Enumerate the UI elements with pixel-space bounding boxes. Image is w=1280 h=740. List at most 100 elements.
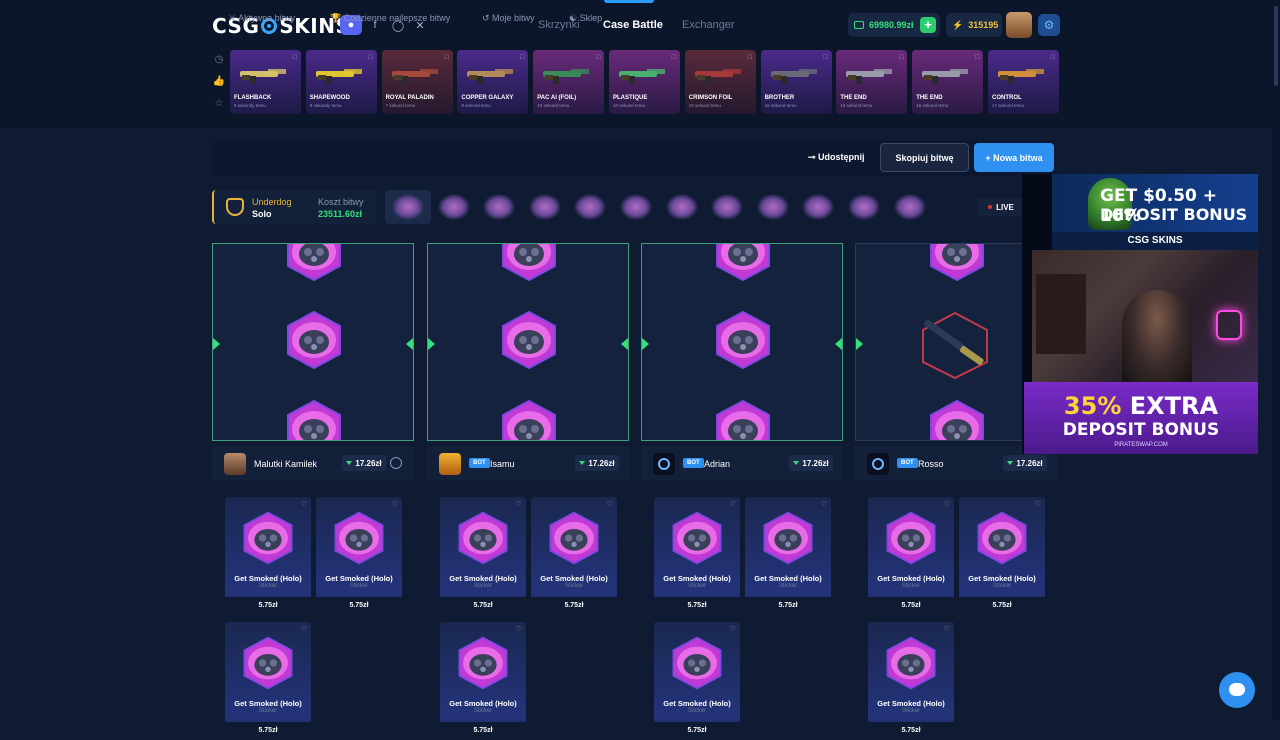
drop-card[interactable]: □ CONTROL 17 sekund temu: [988, 50, 1059, 114]
battle-case-icon[interactable]: [620, 194, 652, 220]
favorite-icon[interactable]: ♡: [944, 500, 950, 508]
drop-item-name: THE END: [916, 95, 943, 101]
won-item-card[interactable]: ♡ Get Smoked (Holo) Sticker 5.75zł: [225, 497, 311, 615]
won-item-card[interactable]: ♡ Get Smoked (Holo) Sticker 5.75zł: [959, 497, 1045, 615]
weapon-image: [314, 65, 366, 85]
won-item-card[interactable]: ♡ Get Smoked (Holo) Sticker 5.75zł: [531, 497, 617, 615]
won-item-card[interactable]: ♡ Get Smoked (Holo) Sticker 5.75zł: [868, 497, 954, 615]
won-item-card[interactable]: ♡ Get Smoked (Holo) Sticker 5.75zł: [440, 622, 526, 740]
won-item-card[interactable]: ♡ Get Smoked (Holo) Sticker 5.75zł: [868, 622, 954, 740]
drops-filter-icons: ◷ 👍 ☆: [212, 54, 226, 120]
drop-card[interactable]: □ THE END 16 sekund temu: [912, 50, 984, 114]
scrollbar-thumb[interactable]: [1274, 6, 1278, 86]
drop-card[interactable]: □ FLASHBACK 8 sekundy temu: [230, 50, 301, 114]
points-display[interactable]: ⚡ 315195: [946, 13, 1002, 37]
live-dot-icon: [988, 205, 993, 209]
battle-case-icon[interactable]: [528, 194, 561, 220]
item-name: Get Smoked (Holo): [540, 574, 608, 583]
battle-case-icon[interactable]: [893, 194, 926, 220]
favorite-icon[interactable]: ♡: [944, 625, 950, 633]
bot-avatar[interactable]: [867, 453, 889, 475]
battle-case-icon[interactable]: [711, 194, 744, 220]
favorite-icon[interactable]: ♡: [821, 500, 827, 508]
nav-case-battle[interactable]: Case Battle: [603, 19, 663, 31]
battle-case-icon[interactable]: [392, 194, 424, 220]
weapon-image: [238, 65, 290, 85]
won-item-card[interactable]: ♡ Get Smoked (Holo) Sticker 5.75zł: [225, 622, 311, 740]
battle-case-icon[interactable]: [756, 194, 789, 220]
ad-banner-bottom[interactable]: 35% EXTRA DEPOSIT BONUS PIRATESWAP.COM: [1024, 382, 1258, 454]
sticker-image: [545, 509, 603, 567]
drop-corner-icon: □: [368, 54, 373, 61]
won-item-card[interactable]: ♡ Get Smoked (Holo) Sticker 5.75zł: [654, 497, 740, 615]
player-name: Rosso: [918, 459, 944, 469]
ad-banner-top[interactable]: GET $0.50 + 10% DEPOSIT BONUS: [1052, 174, 1258, 232]
won-item-card[interactable]: ♡ Get Smoked (Holo) Sticker 5.75zł: [440, 497, 526, 615]
player-value-text: 17.26zł: [355, 458, 382, 468]
won-item-card[interactable]: ♡ Get Smoked (Holo) Sticker 5.75zł: [654, 622, 740, 740]
battle-case-icon[interactable]: [665, 194, 698, 220]
battle-case-icon[interactable]: [802, 194, 835, 220]
chat-support-button[interactable]: [1219, 672, 1255, 708]
bot-avatar[interactable]: [439, 453, 461, 475]
drop-card[interactable]: □ CRIMSON FOIL 10 sekund temu: [684, 50, 756, 114]
spinner-reel: [212, 243, 414, 441]
balance-display[interactable]: 69980.99zł +: [848, 13, 940, 37]
bot-avatar[interactable]: [653, 453, 675, 475]
item-type: Sticker: [564, 583, 584, 589]
favorite-icon[interactable]: ♡: [730, 500, 736, 508]
emoji-icon[interactable]: [390, 457, 402, 469]
battle-case-icon[interactable]: [574, 194, 607, 220]
gear-icon[interactable]: ⚙: [1038, 14, 1060, 36]
won-item-card[interactable]: ♡ Get Smoked (Holo) Sticker 5.75zł: [745, 497, 831, 615]
nav-exchanger[interactable]: Exchanger: [682, 19, 735, 31]
filter-my-battles[interactable]: ↺ Moje bitwy: [482, 13, 535, 24]
filter-active-battles[interactable]: ⚔ Aktywne bitwy: [228, 13, 295, 24]
share-button[interactable]: ⊸ Udostępnij: [808, 152, 865, 163]
clock-icon[interactable]: ◷: [212, 54, 226, 76]
filter-daily-best[interactable]: 🏆 Codzienne najlepsze bitwy: [330, 13, 450, 24]
battle-case-strip: [385, 190, 933, 224]
thumbs-up-icon[interactable]: 👍: [212, 76, 226, 98]
battle-case-icon[interactable]: [848, 194, 880, 220]
drop-card[interactable]: □ THE END 16 sekund temu: [836, 50, 908, 114]
item-type: Sticker: [349, 583, 369, 589]
player-total-value: 17.26zł: [575, 455, 619, 471]
filter-shop[interactable]: ☯ Sklep: [569, 13, 602, 24]
battle-case-icon[interactable]: [437, 194, 470, 220]
favorite-icon[interactable]: ♡: [607, 500, 613, 508]
favorite-icon[interactable]: ♡: [1035, 500, 1041, 508]
drop-card[interactable]: □ SHAPEWOOD 8 sekundy temu: [305, 50, 377, 114]
drop-item-name: CONTROL: [992, 95, 1022, 101]
cost-value: 23511.60zł: [318, 209, 363, 219]
sticker-image: [668, 634, 726, 692]
favorite-icon[interactable]: ♡: [730, 625, 736, 633]
drop-card[interactable]: □ ROYAL PALADIN 7 sekund temu: [381, 50, 453, 114]
player-avatar[interactable]: [224, 453, 246, 475]
user-avatar[interactable]: [1006, 12, 1032, 38]
favorite-icon[interactable]: ♡: [301, 500, 307, 508]
drop-card[interactable]: □ BROTHER 16 sekund temu: [760, 50, 832, 114]
battle-case-icon[interactable]: [483, 194, 516, 220]
favorite-icon[interactable]: ♡: [301, 625, 307, 633]
drop-card[interactable]: □ PAC AI (FOIL) 10 sekund temu: [533, 50, 605, 114]
add-funds-button[interactable]: +: [920, 17, 936, 33]
drop-time: 16 sekund temu: [840, 103, 873, 108]
favorite-icon[interactable]: ♡: [516, 500, 522, 508]
copy-battle-button[interactable]: Skopiuj bitwę: [880, 143, 969, 172]
page-scrollbar[interactable]: [1272, 0, 1280, 720]
live-badge: LIVE: [977, 198, 1025, 216]
new-battle-button[interactable]: + Nowa bitwa: [974, 143, 1054, 172]
drop-item-name: ROYAL PALADIN: [385, 95, 434, 101]
won-item-card[interactable]: ♡ Get Smoked (Holo) Sticker 5.75zł: [316, 497, 402, 615]
item-type: Sticker: [992, 583, 1012, 589]
player-bar: Malutki Kamilek 17.26zł: [212, 446, 414, 480]
drop-card[interactable]: □ COPPER GALAXY 9 sekund temu: [457, 50, 529, 114]
star-icon[interactable]: ☆: [212, 98, 226, 120]
item-name: Get Smoked (Holo): [663, 699, 731, 708]
favorite-icon[interactable]: ♡: [516, 625, 522, 633]
reel-sticker: [497, 244, 561, 282]
favorite-icon[interactable]: ♡: [392, 500, 398, 508]
drop-item-name: BROTHER: [764, 95, 795, 101]
drop-card[interactable]: □ PLASTIQUE 10 sekund temu: [609, 50, 680, 114]
